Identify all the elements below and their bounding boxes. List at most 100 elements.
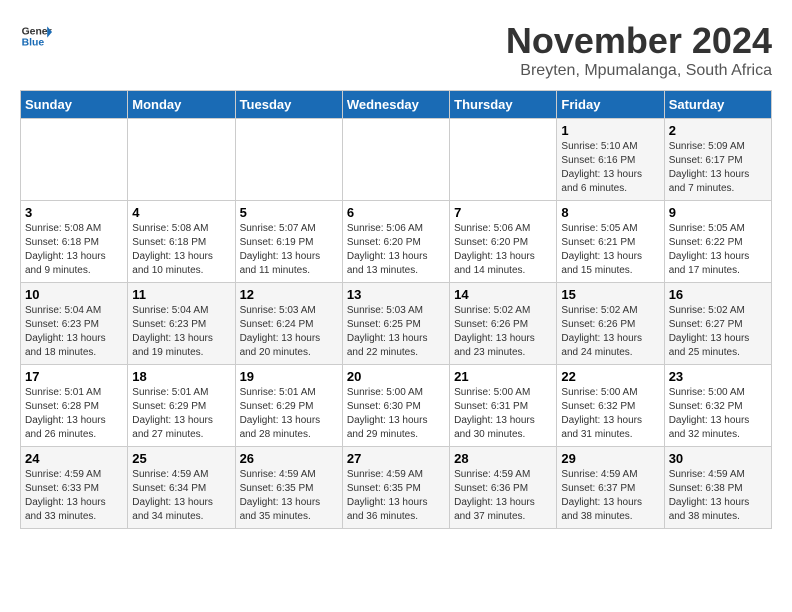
calendar-cell — [128, 119, 235, 201]
calendar-cell: 18 Sunrise: 5:01 AM Sunset: 6:29 PM Dayli… — [128, 365, 235, 447]
day-info: Sunrise: 4:59 AM Sunset: 6:38 PM Dayligh… — [669, 468, 767, 524]
day-number: 24 — [25, 451, 123, 466]
calendar-cell: 28 Sunrise: 4:59 AM Sunset: 6:36 PM Dayli… — [450, 447, 557, 529]
day-number: 11 — [132, 287, 230, 302]
day-number: 12 — [240, 287, 338, 302]
calendar-header-monday: Monday — [128, 91, 235, 119]
calendar-cell: 21 Sunrise: 5:00 AM Sunset: 6:31 PM Dayli… — [450, 365, 557, 447]
day-number: 16 — [669, 287, 767, 302]
calendar-cell: 20 Sunrise: 5:00 AM Sunset: 6:30 PM Dayli… — [342, 365, 449, 447]
calendar-cell: 26Sunrise: 4:59 AM Sunset: 6:35 PM Dayli… — [235, 447, 342, 529]
calendar-header-row: SundayMondayTuesdayWednesdayThursdayFrid… — [21, 91, 772, 119]
calendar-cell — [342, 119, 449, 201]
calendar-week-row: 1 Sunrise: 5:10 AM Sunset: 6:16 PM Daylig… — [21, 119, 772, 201]
day-number: 13 — [347, 287, 445, 302]
day-number: 30 — [669, 451, 767, 466]
calendar-week-row: 3 Sunrise: 5:08 AM Sunset: 6:18 PM Daylig… — [21, 201, 772, 283]
day-info: Sunrise: 5:02 AM Sunset: 6:26 PM Dayligh… — [561, 304, 659, 360]
logo-icon: General Blue — [20, 20, 52, 52]
day-number: 19 — [240, 369, 338, 384]
day-info: Sunrise: 5:08 AM Sunset: 6:18 PM Dayligh… — [132, 222, 230, 278]
page-header: General Blue November 2024 Breyten, Mpum… — [20, 20, 772, 80]
calendar-cell: 7 Sunrise: 5:06 AM Sunset: 6:20 PM Daylig… — [450, 201, 557, 283]
title-section: November 2024 Breyten, Mpumalanga, South… — [506, 20, 772, 80]
calendar-cell: 30 Sunrise: 4:59 AM Sunset: 6:38 PM Dayli… — [664, 447, 771, 529]
day-number: 26 — [240, 451, 338, 466]
day-number: 25 — [132, 451, 230, 466]
calendar-cell: 19Sunrise: 5:01 AM Sunset: 6:29 PM Dayli… — [235, 365, 342, 447]
day-info: Sunrise: 4:59 AM Sunset: 6:36 PM Dayligh… — [454, 468, 552, 524]
calendar-cell: 29 Sunrise: 4:59 AM Sunset: 6:37 PM Dayli… — [557, 447, 664, 529]
calendar-week-row: 10 Sunrise: 5:04 AM Sunset: 6:23 PM Dayli… — [21, 283, 772, 365]
calendar-cell: 8 Sunrise: 5:05 AM Sunset: 6:21 PM Daylig… — [557, 201, 664, 283]
calendar-cell: 15 Sunrise: 5:02 AM Sunset: 6:26 PM Dayli… — [557, 283, 664, 365]
day-info: Sunrise: 5:05 AM Sunset: 6:22 PM Dayligh… — [669, 222, 767, 278]
day-info: Sunrise: 5:10 AM Sunset: 6:16 PM Dayligh… — [561, 140, 659, 196]
calendar-cell: 12 Sunrise: 5:03 AM Sunset: 6:24 PM Dayli… — [235, 283, 342, 365]
day-info: Sunrise: 5:03 AM Sunset: 6:24 PM Dayligh… — [240, 304, 338, 360]
day-number: 23 — [669, 369, 767, 384]
svg-text:Blue: Blue — [22, 38, 45, 49]
calendar-header-sunday: Sunday — [21, 91, 128, 119]
calendar-cell: 3 Sunrise: 5:08 AM Sunset: 6:18 PM Daylig… — [21, 201, 128, 283]
day-number: 22 — [561, 369, 659, 384]
calendar-header-wednesday: Wednesday — [342, 91, 449, 119]
day-info: Sunrise: 5:08 AM Sunset: 6:18 PM Dayligh… — [25, 222, 123, 278]
day-info: Sunrise: 5:00 AM Sunset: 6:32 PM Dayligh… — [669, 386, 767, 442]
calendar-cell: 16 Sunrise: 5:02 AM Sunset: 6:27 PM Dayli… — [664, 283, 771, 365]
calendar-header-tuesday: Tuesday — [235, 91, 342, 119]
day-info: Sunrise: 5:05 AM Sunset: 6:21 PM Dayligh… — [561, 222, 659, 278]
calendar-cell: 23 Sunrise: 5:00 AM Sunset: 6:32 PM Dayli… — [664, 365, 771, 447]
day-info: Sunrise: 5:06 AM Sunset: 6:20 PM Dayligh… — [454, 222, 552, 278]
calendar-cell: 10 Sunrise: 5:04 AM Sunset: 6:23 PM Dayli… — [21, 283, 128, 365]
day-info: Sunrise: 5:04 AM Sunset: 6:23 PM Dayligh… — [25, 304, 123, 360]
calendar-table: SundayMondayTuesdayWednesdayThursdayFrid… — [20, 90, 772, 529]
day-number: 21 — [454, 369, 552, 384]
calendar-cell: 14 Sunrise: 5:02 AM Sunset: 6:26 PM Dayli… — [450, 283, 557, 365]
day-info: Sunrise: 5:00 AM Sunset: 6:31 PM Dayligh… — [454, 386, 552, 442]
day-number: 15 — [561, 287, 659, 302]
day-number: 17 — [25, 369, 123, 384]
calendar-cell: 22 Sunrise: 5:00 AM Sunset: 6:32 PM Dayli… — [557, 365, 664, 447]
day-info: Sunrise: 4:59 AM Sunset: 6:37 PM Dayligh… — [561, 468, 659, 524]
day-info: Sunrise: 5:00 AM Sunset: 6:30 PM Dayligh… — [347, 386, 445, 442]
calendar-cell: 6 Sunrise: 5:06 AM Sunset: 6:20 PM Daylig… — [342, 201, 449, 283]
calendar-cell: 11 Sunrise: 5:04 AM Sunset: 6:23 PM Dayli… — [128, 283, 235, 365]
day-number: 8 — [561, 205, 659, 220]
day-number: 4 — [132, 205, 230, 220]
calendar-header-friday: Friday — [557, 91, 664, 119]
day-number: 28 — [454, 451, 552, 466]
day-info: Sunrise: 4:59 AM Sunset: 6:34 PM Dayligh… — [132, 468, 230, 524]
calendar-cell: 9Sunrise: 5:05 AM Sunset: 6:22 PM Daylig… — [664, 201, 771, 283]
calendar-cell: 13Sunrise: 5:03 AM Sunset: 6:25 PM Dayli… — [342, 283, 449, 365]
day-info: Sunrise: 5:06 AM Sunset: 6:20 PM Dayligh… — [347, 222, 445, 278]
day-info: Sunrise: 5:01 AM Sunset: 6:29 PM Dayligh… — [132, 386, 230, 442]
day-info: Sunrise: 5:02 AM Sunset: 6:27 PM Dayligh… — [669, 304, 767, 360]
day-number: 29 — [561, 451, 659, 466]
page-title: November 2024 — [506, 20, 772, 62]
calendar-cell: 27Sunrise: 4:59 AM Sunset: 6:35 PM Dayli… — [342, 447, 449, 529]
day-number: 3 — [25, 205, 123, 220]
calendar-week-row: 24 Sunrise: 4:59 AM Sunset: 6:33 PM Dayli… — [21, 447, 772, 529]
day-info: Sunrise: 5:07 AM Sunset: 6:19 PM Dayligh… — [240, 222, 338, 278]
calendar-header-saturday: Saturday — [664, 91, 771, 119]
day-number: 14 — [454, 287, 552, 302]
day-number: 6 — [347, 205, 445, 220]
calendar-cell — [450, 119, 557, 201]
calendar-cell: 24 Sunrise: 4:59 AM Sunset: 6:33 PM Dayli… — [21, 447, 128, 529]
day-number: 10 — [25, 287, 123, 302]
calendar-cell: 25 Sunrise: 4:59 AM Sunset: 6:34 PM Dayli… — [128, 447, 235, 529]
day-number: 20 — [347, 369, 445, 384]
calendar-cell: 5 Sunrise: 5:07 AM Sunset: 6:19 PM Daylig… — [235, 201, 342, 283]
day-info: Sunrise: 5:02 AM Sunset: 6:26 PM Dayligh… — [454, 304, 552, 360]
calendar-header-thursday: Thursday — [450, 91, 557, 119]
day-number: 7 — [454, 205, 552, 220]
calendar-cell — [21, 119, 128, 201]
day-info: Sunrise: 5:04 AM Sunset: 6:23 PM Dayligh… — [132, 304, 230, 360]
day-number: 18 — [132, 369, 230, 384]
day-info: Sunrise: 5:00 AM Sunset: 6:32 PM Dayligh… — [561, 386, 659, 442]
day-number: 5 — [240, 205, 338, 220]
day-number: 1 — [561, 123, 659, 138]
day-info: Sunrise: 4:59 AM Sunset: 6:33 PM Dayligh… — [25, 468, 123, 524]
day-info: Sunrise: 4:59 AM Sunset: 6:35 PM Dayligh… — [347, 468, 445, 524]
